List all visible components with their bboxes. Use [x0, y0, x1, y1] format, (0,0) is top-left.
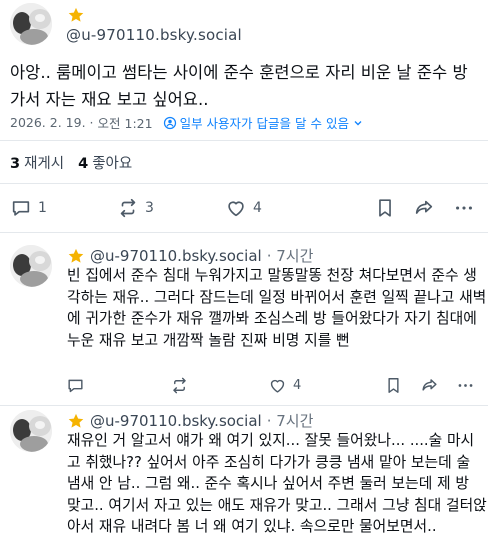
reply-handle[interactable]: @u-970110.bsky.social	[90, 247, 262, 265]
more-button[interactable]	[453, 197, 475, 219]
star-icon	[67, 247, 85, 265]
bookmark-button[interactable]	[384, 376, 403, 395]
like-button[interactable]: 4	[225, 197, 262, 219]
like-button[interactable]: 4	[268, 376, 301, 395]
repost-icon	[120, 198, 136, 218]
reposts-stat[interactable]: 3 재게시	[10, 152, 64, 173]
main-post-handle[interactable]: @u-970110.bsky.social	[66, 26, 242, 44]
like-count: 4	[293, 378, 302, 393]
share-icon	[422, 379, 437, 391]
share-button[interactable]	[413, 197, 435, 219]
share-button[interactable]	[420, 376, 439, 395]
star-icon	[67, 6, 85, 24]
like-icon	[228, 201, 244, 217]
reply-header: @u-970110.bsky.social · 7시간	[67, 245, 313, 266]
reply-button[interactable]	[66, 376, 85, 395]
more-icon	[458, 384, 473, 387]
divider	[0, 232, 488, 233]
bookmark-icon	[379, 199, 391, 217]
repost-count: 3	[145, 200, 154, 216]
post-stats: 3 재게시 4 좋아요	[10, 152, 132, 173]
reply-text: 빈 집에서 준수 침대 누워가지고 말똥말똥 천장 쳐다보면서 준수 생각하는 …	[67, 267, 487, 349]
likes-stat[interactable]: 4 좋아요	[78, 152, 132, 173]
reply-text: 재유인 거 알고서 얘가 왜 여기 있지... 잘못 들어왔나... ....술…	[67, 432, 487, 535]
reply-permission-label: 일부 사용자가 답글을 달 수 있음	[179, 116, 349, 131]
like-count: 4	[253, 200, 262, 216]
reply-icon	[68, 379, 83, 393]
bookmark-icon	[388, 378, 399, 393]
repost-button[interactable]: 3	[117, 197, 154, 219]
divider	[0, 183, 488, 184]
reply-avatar[interactable]	[10, 245, 52, 287]
post-date: 2026. 2. 19.	[10, 115, 86, 130]
reply-icon	[12, 201, 30, 216]
repost-button[interactable]	[170, 376, 189, 395]
reply-permission-link[interactable]: 일부 사용자가 답글을 달 수 있음	[163, 113, 364, 132]
star-icon	[67, 412, 85, 430]
repost-icon	[173, 377, 186, 394]
reply-time[interactable]: · 7시간	[267, 410, 314, 431]
reply-header: @u-970110.bsky.social · 7시간	[67, 410, 313, 431]
reply-time[interactable]: · 7시간	[267, 245, 314, 266]
more-icon	[456, 206, 472, 210]
chevron-down-icon	[354, 120, 362, 125]
more-button[interactable]	[456, 376, 475, 395]
reply-handle[interactable]: @u-970110.bsky.social	[90, 412, 262, 430]
post-time: 오전 1:21	[97, 116, 153, 131]
meta-separator: ·	[89, 115, 94, 130]
reply-avatar[interactable]	[10, 410, 52, 452]
reply-button[interactable]: 1	[10, 197, 47, 219]
reply-permission-icon	[163, 116, 176, 129]
like-icon	[270, 379, 285, 393]
bookmark-button[interactable]	[374, 197, 396, 219]
main-post-actions: 1 3 4	[0, 194, 488, 222]
share-icon	[415, 200, 433, 214]
main-post-text: 아앙.. 룸메이고 썸타는 사이에 준수 훈련으로 자리 비운 날 준수 방 가…	[10, 63, 468, 109]
divider	[0, 405, 488, 406]
main-post-meta: 2026. 2. 19. · 오전 1:21 일부 사용자가 답글을 달 수 있…	[10, 113, 364, 132]
reply-count: 1	[38, 200, 47, 216]
main-post-avatar[interactable]	[10, 3, 52, 45]
divider	[0, 140, 488, 141]
